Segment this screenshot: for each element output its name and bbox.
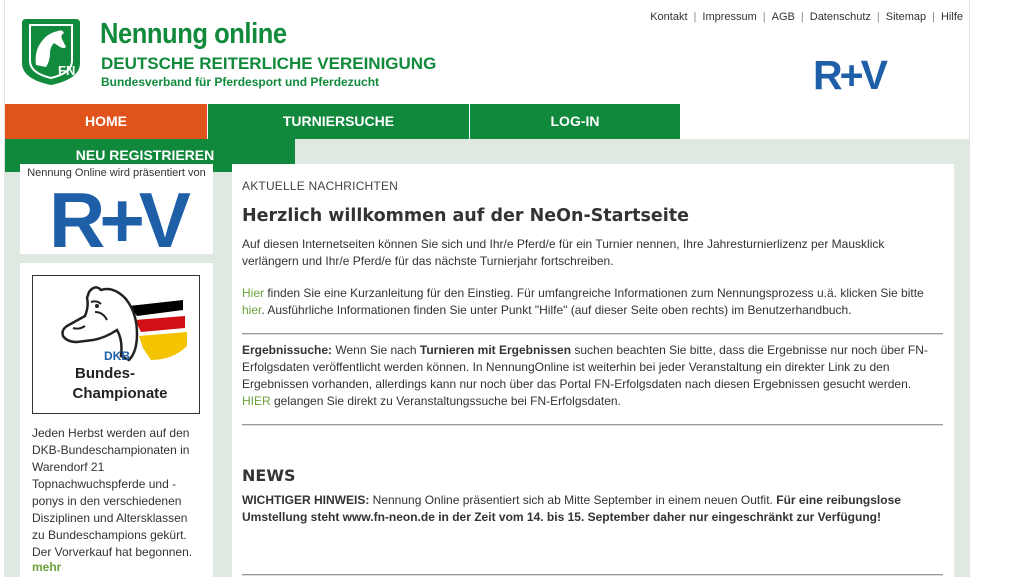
intro-paragraph: Auf diesen Internetseiten können Sie sic… (242, 237, 885, 268)
dkb-logo-line2: Bundes- (75, 365, 135, 382)
dkb-logo-line3: Championate (72, 385, 167, 402)
guide-text-b: . Ausführliche Informationen finden Sie … (261, 303, 852, 317)
news-paragraph: WICHTIGER HINWEIS: Nennung Online präsen… (242, 492, 942, 526)
nav-login[interactable]: LOG-IN (470, 104, 680, 139)
separator: | (762, 11, 766, 23)
results-text-c: gelangen Sie direkt zu Veranstaltungssuc… (270, 394, 621, 408)
results-text-a: Wenn Sie nach (332, 343, 420, 357)
divider (242, 333, 943, 335)
separator: | (932, 11, 935, 23)
link-impressum[interactable]: Impressum (702, 11, 756, 23)
divider (242, 574, 943, 576)
results-paragraph: Ergebnissuche: Wenn Sie nach Turnieren m… (242, 342, 942, 410)
dkb-more-link[interactable]: mehr (32, 560, 61, 574)
main-nav: HOME TURNIERSUCHE LOG-IN (5, 104, 680, 139)
link-datenschutz[interactable]: Datenschutz (810, 11, 871, 23)
dkb-promo: DKB Bundes- Championate Jeden Herbst wer… (20, 263, 213, 577)
separator: | (800, 11, 804, 23)
separator: | (876, 11, 880, 23)
dkb-logo-line1: DKB (104, 349, 130, 363)
results-label: Ergebnissuche: (242, 343, 333, 357)
sponsor-label: Nennung Online wird präsentiert von (27, 167, 206, 179)
brand-title: Nennung online (100, 18, 287, 50)
link-kontakt[interactable]: Kontakt (650, 11, 687, 23)
rv-sidebar-logo[interactable]: R+V (33, 184, 201, 251)
horse-head-flag-icon: DKB Bundes- Championate (61, 286, 187, 402)
section-kicker: AKTUELLE NACHRICHTEN (242, 179, 399, 193)
rv-sponsor-logo[interactable]: R+V (803, 55, 895, 93)
divider (242, 424, 943, 426)
link-agb[interactable]: AGB (772, 11, 795, 23)
guide-text-a: finden Sie eine Kurzanleitung für den Ei… (264, 286, 924, 300)
nav-turniersuche[interactable]: TURNIERSUCHE (208, 104, 469, 139)
rv-logo-text: R+V (813, 55, 889, 93)
fn-logo-text: FN (58, 63, 75, 78)
fn-logo[interactable]: FN (20, 17, 82, 87)
sponsor-box: Nennung Online wird präsentiert von R+V (20, 164, 213, 254)
news-label: WICHTIGER HINWEIS: (242, 493, 370, 507)
brand-subtitle: DEUTSCHE REITERLICHE VEREINIGUNG (101, 54, 437, 73)
nav-home[interactable]: HOME (5, 104, 207, 139)
main-content: AKTUELLE NACHRICHTEN Herzlich willkommen… (232, 164, 954, 577)
dkb-championate-logo[interactable]: DKB Bundes- Championate (32, 275, 200, 414)
news-heading: NEWS (242, 466, 296, 485)
guide-link-hier[interactable]: Hier (242, 286, 264, 300)
results-link-hier[interactable]: HIER (242, 394, 271, 408)
welcome-heading: Herzlich willkommen auf der NeOn-Startse… (242, 206, 689, 226)
info-link-hier[interactable]: hier (242, 303, 261, 317)
dkb-description: Jeden Herbst werden auf den DKB-Bundesch… (32, 426, 193, 559)
guide-paragraph: Hier finden Sie eine Kurzanleitung für d… (242, 285, 942, 319)
utility-nav: Kontakt | Impressum | AGB | Datenschutz | Sitema… (650, 11, 963, 23)
link-hilfe[interactable]: Hilfe (941, 11, 963, 23)
rv-sidebar-logo-text: R+V (49, 184, 191, 251)
brand-tagline: Bundesverband für Pferdesport und Pferde… (101, 75, 380, 89)
news-text-a: Nennung Online präsentiert sich ab Mitte… (369, 493, 777, 507)
results-bold: Turnieren mit Ergebnissen (419, 343, 572, 357)
separator: | (693, 11, 697, 23)
link-sitemap[interactable]: Sitemap (886, 11, 926, 23)
